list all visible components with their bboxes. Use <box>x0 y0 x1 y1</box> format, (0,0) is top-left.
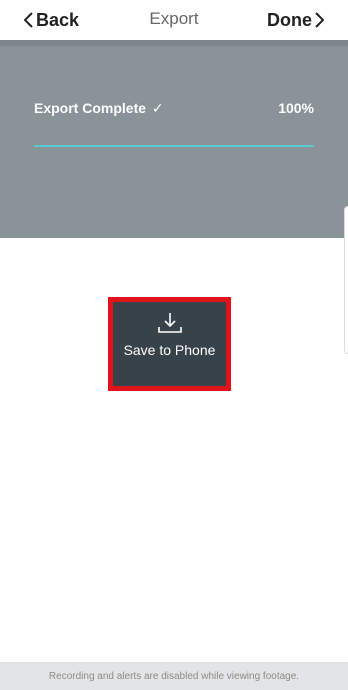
save-to-phone-label: Save to Phone <box>123 342 216 358</box>
export-progress-bar <box>34 145 314 147</box>
done-label: Done <box>267 9 312 30</box>
done-button[interactable]: Done <box>267 7 324 33</box>
scroll-indicator[interactable] <box>344 206 348 354</box>
footer-message: Recording and alerts are disabled while … <box>48 670 300 682</box>
export-status-panel: Export Complete ✓ 100% <box>0 40 348 238</box>
export-progress-fill <box>34 145 314 147</box>
footer-bar: Recording and alerts are disabled while … <box>0 662 348 690</box>
top-nav-bar: Back Export Done <box>0 0 348 40</box>
export-percent: 100% <box>278 100 314 116</box>
download-icon <box>157 313 182 333</box>
chevron-right-icon <box>315 12 324 28</box>
export-screen: Back Export Done Export Complete ✓ 100% <box>0 0 348 690</box>
export-status-label: Export Complete <box>34 100 147 116</box>
highlight-frame: Save to Phone <box>108 297 231 391</box>
check-icon: ✓ <box>151 100 164 116</box>
export-status-text: Export Complete ✓ <box>34 100 164 117</box>
save-to-phone-button[interactable]: Save to Phone <box>113 302 226 386</box>
